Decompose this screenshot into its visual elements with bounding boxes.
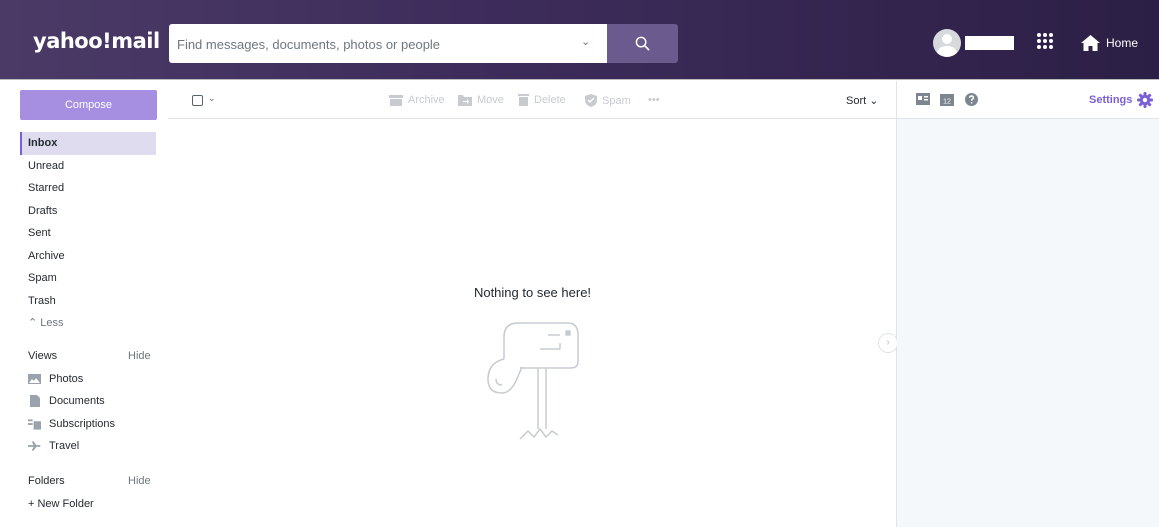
delete-label: Delete [534, 94, 566, 106]
view-item-documents[interactable]: Documents [28, 392, 105, 410]
sort-label: Sort [846, 95, 867, 107]
home-icon [1081, 35, 1100, 51]
search-button[interactable] [607, 24, 678, 63]
search-bar: ⌄ [169, 24, 678, 63]
calendar-icon[interactable]: 12 [940, 93, 954, 106]
trash-icon [518, 94, 529, 106]
view-label-documents: Documents [49, 395, 105, 407]
views-hide-link[interactable]: Hide [128, 350, 151, 362]
contacts-icon[interactable] [916, 93, 930, 105]
folders-hide-link[interactable]: Hide [128, 475, 151, 487]
subscriptions-icon [28, 418, 41, 430]
more-icon: ••• [648, 94, 660, 106]
right-pane-toolbar: 12 Settings [897, 81, 1159, 119]
compose-button[interactable]: Compose [20, 90, 157, 120]
move-folder-icon [458, 94, 472, 106]
message-toolbar: ⌄ Archive Move Delete Spam ••• Sort ⌄ [168, 81, 897, 119]
empty-mailbox-illustration [487, 322, 579, 440]
new-folder-button[interactable]: + New Folder [28, 498, 94, 510]
select-all-checkbox[interactable] [192, 95, 203, 106]
archive-icon [389, 94, 403, 106]
spam-button[interactable]: Spam [585, 94, 631, 107]
sidebar-item-unread[interactable]: Unread [20, 155, 156, 178]
less-toggle[interactable]: ⌃ Less [20, 312, 156, 335]
search-icon [635, 36, 650, 51]
airplane-icon [28, 441, 41, 451]
right-pane: 12 Settings [897, 81, 1159, 527]
home-link[interactable]: Home [1080, 34, 1138, 52]
select-options-chevron-icon[interactable]: ⌄ [208, 93, 216, 104]
move-label: Move [477, 94, 504, 106]
chevron-up-icon: ⌃ [28, 317, 38, 329]
empty-inbox-message: Nothing to see here! [473, 285, 592, 300]
photos-icon [28, 374, 41, 384]
sidebar-item-trash[interactable]: Trash [20, 290, 156, 313]
collapse-pane-chevron-right-icon[interactable]: › [878, 333, 898, 353]
view-label-travel: Travel [49, 440, 80, 452]
sidebar: Compose Inbox Unread Starred Drafts Sent… [0, 81, 168, 527]
username-redacted[interactable] [965, 36, 1014, 50]
spam-label: Spam [602, 94, 631, 107]
less-label: Less [40, 317, 64, 329]
folders-title: Folders [28, 475, 65, 487]
delete-button[interactable]: Delete [518, 94, 566, 106]
view-item-photos[interactable]: Photos [28, 370, 83, 388]
header: yahoo!mail ⌄ Home [0, 0, 1159, 80]
search-options-chevron-icon[interactable]: ⌄ [581, 35, 590, 48]
sidebar-item-starred[interactable]: Starred [20, 177, 156, 200]
sidebar-item-archive[interactable]: Archive [20, 245, 156, 268]
sort-button[interactable]: Sort ⌄ [846, 94, 878, 107]
view-label-photos: Photos [49, 373, 84, 385]
sidebar-item-drafts[interactable]: Drafts [20, 200, 156, 223]
documents-icon [28, 395, 41, 407]
sidebar-item-sent[interactable]: Sent [20, 222, 156, 245]
apps-grid-icon[interactable] [1036, 32, 1054, 50]
archive-button[interactable]: Archive [389, 94, 445, 106]
sidebar-item-inbox[interactable]: Inbox [20, 132, 156, 155]
avatar[interactable] [933, 29, 961, 57]
gear-icon [1137, 92, 1154, 108]
search-box: ⌄ [169, 24, 607, 63]
yahoo-mail-logo[interactable]: yahoo!mail [33, 29, 160, 53]
view-label-subscriptions: Subscriptions [49, 418, 116, 430]
home-label: Home [1106, 36, 1139, 50]
view-item-travel[interactable]: Travel [28, 437, 79, 455]
search-input[interactable] [177, 34, 567, 54]
more-actions-button[interactable]: ••• [648, 94, 660, 106]
settings-button[interactable]: Settings [1089, 92, 1154, 108]
settings-label: Settings [1089, 94, 1133, 106]
help-icon[interactable] [965, 93, 978, 106]
sort-chevron-down-icon: ⌄ [869, 95, 879, 107]
view-item-subscriptions[interactable]: Subscriptions [28, 415, 115, 433]
calendar-day: 12 [943, 99, 951, 106]
views-title: Views [28, 350, 58, 362]
shield-icon [585, 94, 597, 107]
message-list-pane: ⌄ Archive Move Delete Spam ••• Sort ⌄ No… [168, 81, 897, 527]
move-button[interactable]: Move [458, 94, 504, 106]
sidebar-item-spam[interactable]: Spam [20, 267, 156, 290]
archive-label: Archive [408, 94, 445, 106]
